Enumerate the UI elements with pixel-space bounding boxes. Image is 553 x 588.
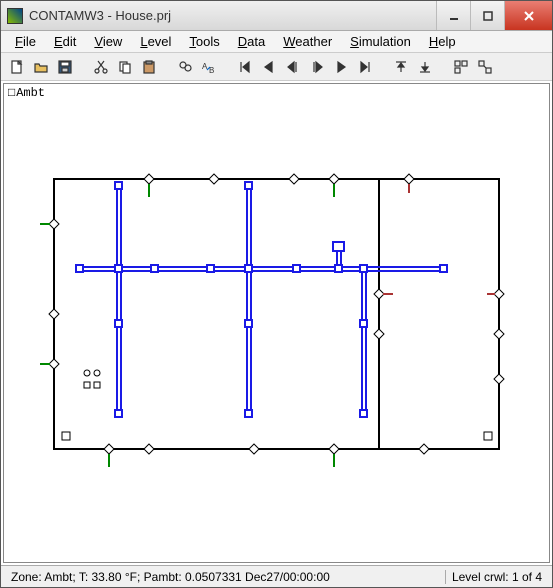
app-icon (7, 8, 23, 24)
prev-step-button[interactable] (283, 57, 303, 77)
save-button[interactable] (55, 57, 75, 77)
cut-icon (93, 59, 109, 75)
menubar: FileEditViewLevelToolsDataWeatherSimulat… (1, 31, 552, 53)
level-up-icon (393, 59, 409, 75)
toggle-snap-icon (477, 59, 493, 75)
close-button[interactable] (504, 1, 552, 30)
app-window: CONTAMW3 - House.prj FileEditViewLevelTo… (0, 0, 553, 588)
window-title: CONTAMW3 - House.prj (29, 8, 436, 23)
level-up-button[interactable] (391, 57, 411, 77)
cut-button[interactable] (91, 57, 111, 77)
menu-edit[interactable]: Edit (46, 32, 84, 51)
prev-step-icon (285, 59, 301, 75)
last-icon (357, 59, 373, 75)
drawing-canvas[interactable]: Ambt (3, 83, 550, 563)
prev-button[interactable] (259, 57, 279, 77)
find-replace-button[interactable]: AB (199, 57, 219, 77)
open-file-button[interactable] (31, 57, 51, 77)
next-step-button[interactable] (307, 57, 327, 77)
first-icon (237, 59, 253, 75)
save-icon (57, 59, 73, 75)
last-button[interactable] (355, 57, 375, 77)
floorplan-svg (4, 84, 549, 564)
maximize-button[interactable] (470, 1, 504, 30)
minimize-icon (449, 11, 459, 21)
menu-level[interactable]: Level (132, 32, 179, 51)
toggle-grid-button[interactable] (451, 57, 471, 77)
find-icon (177, 59, 193, 75)
maximize-icon (483, 11, 493, 21)
paste-icon (141, 59, 157, 75)
toolbar: AB (1, 53, 552, 81)
titlebar: CONTAMW3 - House.prj (1, 1, 552, 31)
toggle-grid-icon (453, 59, 469, 75)
next-icon (333, 59, 349, 75)
window-buttons (436, 1, 552, 30)
new-file-button[interactable] (7, 57, 27, 77)
copy-button[interactable] (115, 57, 135, 77)
statusbar: Zone: Ambt; T: 33.80 °F; Pambt: 0.050733… (1, 565, 552, 587)
find-replace-icon: AB (201, 59, 217, 75)
status-level-info: Level crwl: 1 of 4 (446, 570, 548, 584)
next-button[interactable] (331, 57, 351, 77)
duct-network (76, 182, 447, 417)
status-zone-info: Zone: Ambt; T: 33.80 °F; Pambt: 0.050733… (5, 570, 446, 584)
prev-icon (261, 59, 277, 75)
find-button[interactable] (175, 57, 195, 77)
new-file-icon (9, 59, 25, 75)
menu-view[interactable]: View (86, 32, 130, 51)
airflow-paths (40, 174, 504, 467)
menu-simulation[interactable]: Simulation (342, 32, 419, 51)
next-step-icon (309, 59, 325, 75)
menu-file[interactable]: File (7, 32, 44, 51)
menu-data[interactable]: Data (230, 32, 273, 51)
menu-weather[interactable]: Weather (275, 32, 340, 51)
minimize-button[interactable] (436, 1, 470, 30)
level-down-icon (417, 59, 433, 75)
copy-icon (117, 59, 133, 75)
menu-help[interactable]: Help (421, 32, 464, 51)
level-down-button[interactable] (415, 57, 435, 77)
first-button[interactable] (235, 57, 255, 77)
paste-button[interactable] (139, 57, 159, 77)
zone-markers (62, 370, 492, 440)
menu-tools[interactable]: Tools (181, 32, 227, 51)
close-icon (523, 10, 535, 22)
toggle-snap-button[interactable] (475, 57, 495, 77)
open-file-icon (33, 59, 49, 75)
